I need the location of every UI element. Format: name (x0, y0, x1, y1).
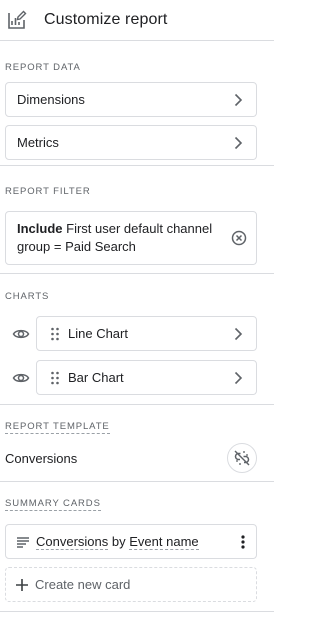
chevron-right-icon (231, 327, 245, 341)
report-data-label: REPORT DATA (5, 62, 81, 73)
bar-chart-button[interactable]: Bar Chart (36, 360, 257, 395)
filter-text: Include First user default channel group… (17, 220, 230, 256)
filter-chip[interactable]: Include First user default channel group… (5, 211, 257, 265)
panel-title: Customize report (44, 11, 168, 28)
report-filter-section: REPORT FILTER Include First user default… (0, 166, 274, 274)
remove-filter-icon[interactable] (230, 229, 248, 247)
charts-section: CHARTS Line Chart Bar Chart (0, 274, 274, 405)
dimensions-button[interactable]: Dimensions (5, 82, 257, 117)
chart-row-bar: Bar Chart (5, 360, 257, 395)
line-chart-label: Line Chart (68, 326, 128, 341)
chevron-right-icon (231, 93, 245, 107)
eye-icon[interactable] (12, 369, 30, 387)
report-template-section: REPORT TEMPLATE Conversions (0, 405, 274, 482)
report-filter-label: REPORT FILTER (5, 186, 91, 197)
chevron-right-icon (231, 136, 245, 150)
chart-row-line: Line Chart (5, 316, 257, 351)
drag-handle-icon[interactable] (50, 371, 60, 385)
summary-card-item[interactable]: Conversions by Event name (5, 524, 257, 559)
summary-cards-label[interactable]: SUMMARY CARDS (5, 498, 101, 511)
create-new-card-label: Create new card (35, 577, 131, 592)
filter-keyword: Include (17, 221, 63, 236)
more-vert-icon[interactable] (240, 534, 246, 550)
report-template-label[interactable]: REPORT TEMPLATE (5, 421, 110, 434)
summary-cards-section: SUMMARY CARDS Conversions by Event name … (0, 482, 274, 612)
summary-card-title: Conversions by Event name (36, 534, 240, 550)
eye-icon[interactable] (12, 325, 30, 343)
card-list-icon (16, 536, 30, 548)
card-connector: by (111, 534, 126, 549)
plus-icon (15, 578, 29, 592)
metrics-button[interactable]: Metrics (5, 125, 257, 160)
report-data-section: REPORT DATA Dimensions Metrics (0, 41, 274, 166)
dimensions-label: Dimensions (17, 92, 85, 107)
charts-label: CHARTS (5, 291, 50, 302)
panel-header: Customize report (0, 0, 274, 41)
metrics-label: Metrics (17, 135, 59, 150)
report-edit-icon (7, 10, 27, 30)
unlink-template-button[interactable] (227, 443, 257, 473)
bar-chart-label: Bar Chart (68, 370, 124, 385)
template-name: Conversions (5, 450, 78, 466)
create-new-card-button[interactable]: Create new card (5, 567, 257, 602)
card-dimension: Event name (129, 534, 199, 550)
unlink-icon (234, 450, 250, 466)
card-metric: Conversions (36, 534, 109, 550)
line-chart-button[interactable]: Line Chart (36, 316, 257, 351)
drag-handle-icon[interactable] (50, 327, 60, 341)
chevron-right-icon (231, 371, 245, 385)
